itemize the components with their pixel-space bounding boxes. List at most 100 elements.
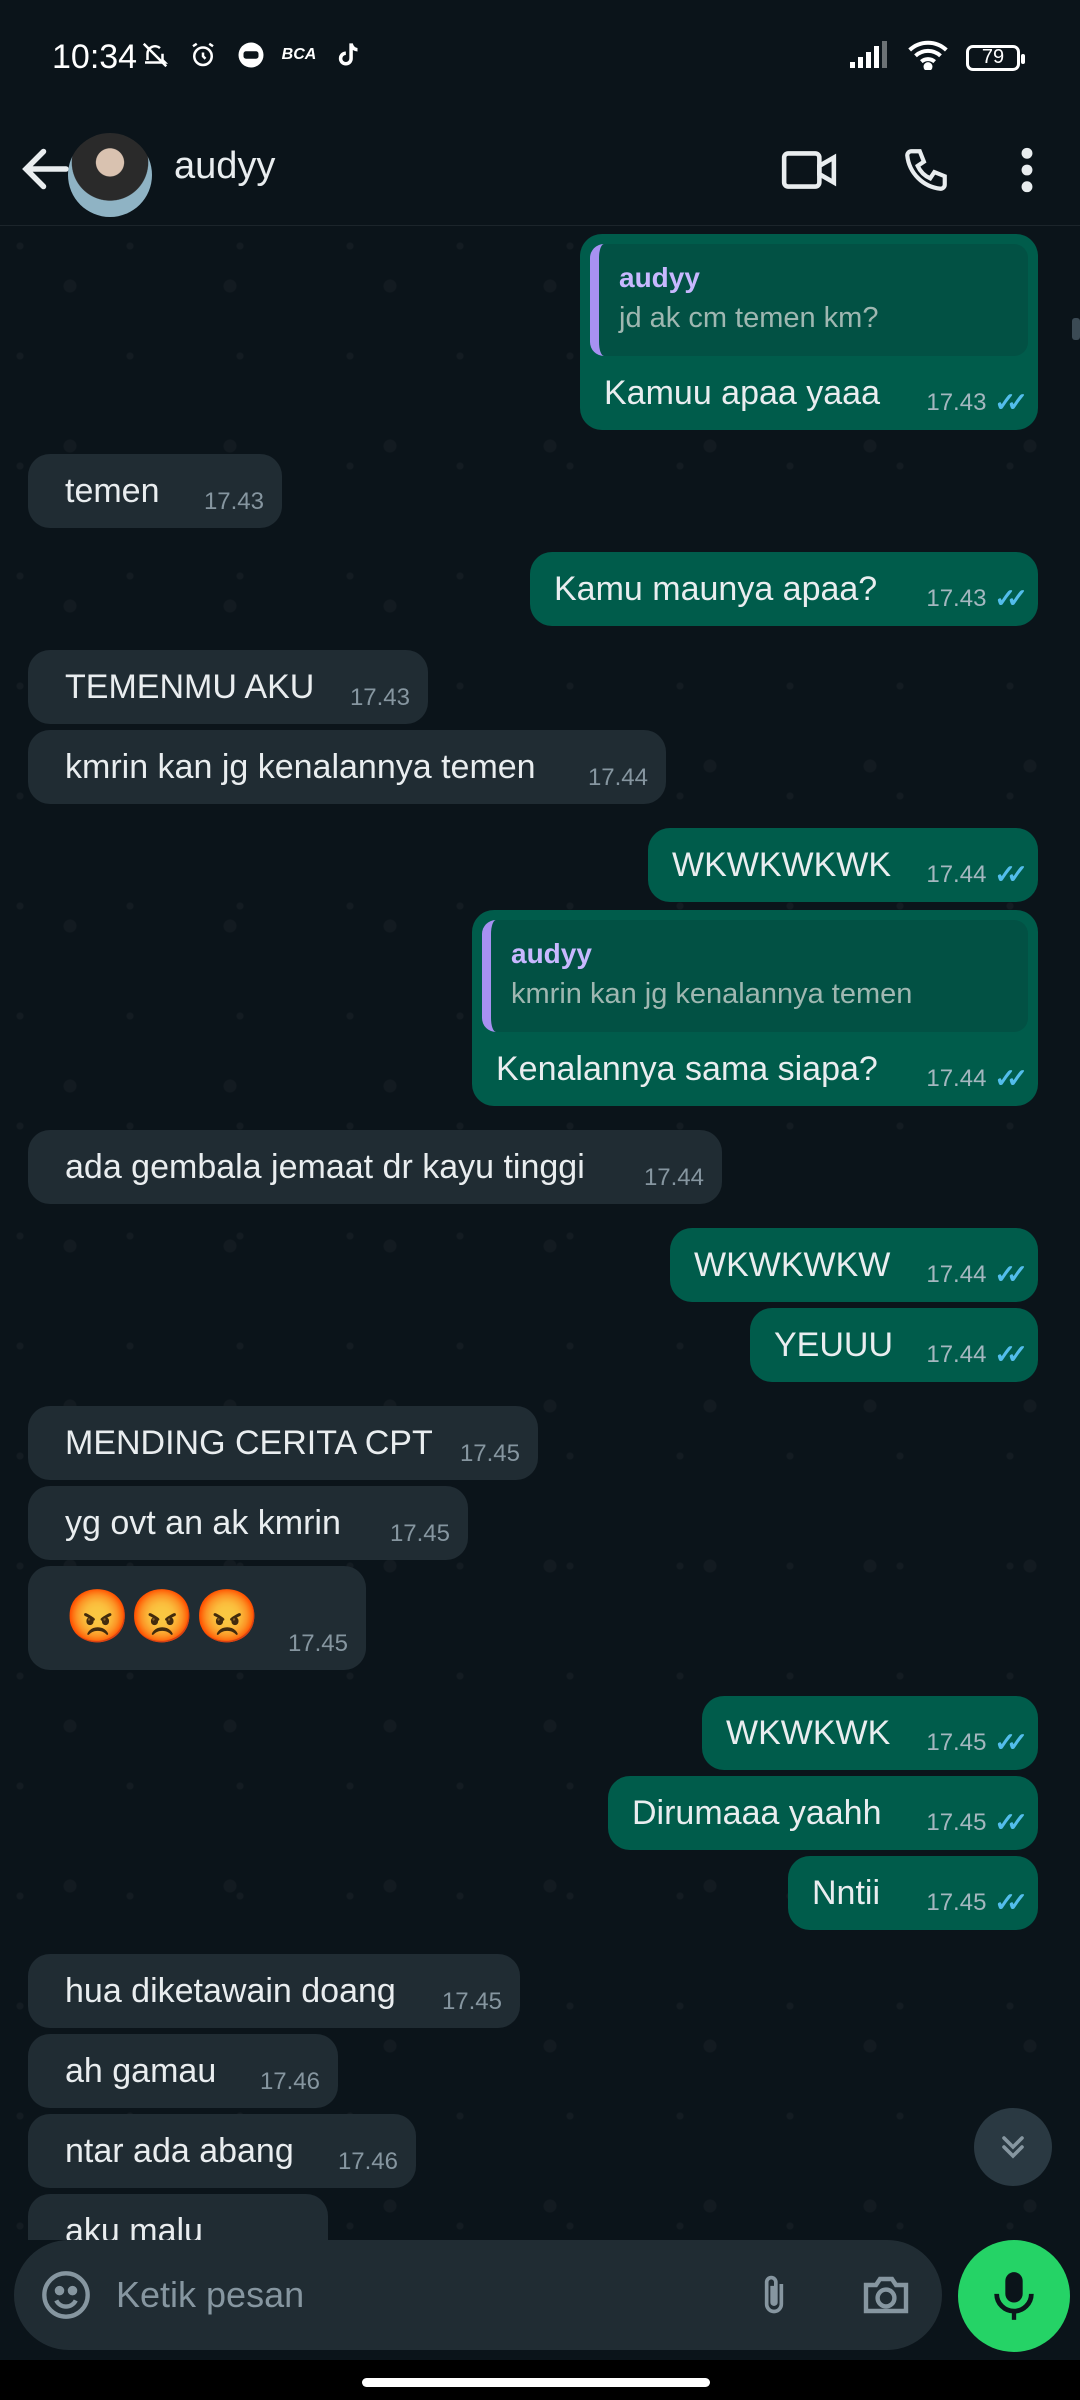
message-meta: 17.43 ✓✓ — [926, 583, 1027, 614]
message-text: aku malu — [65, 2212, 203, 2240]
back-arrow-icon — [22, 148, 69, 190]
read-ticks-icon: ✓✓ — [994, 1063, 1027, 1093]
message-time: 17.43 — [926, 388, 987, 416]
message-text: Kamu maunya apaa? — [554, 570, 878, 608]
message-text: Nntii — [812, 1874, 881, 1912]
message-bubble-incoming[interactable]: hua diketawain doang 17.45 — [28, 1954, 520, 2028]
chat-header: audyy — [0, 115, 1080, 226]
message-text: Kenalannya sama siapa? — [496, 1050, 878, 1088]
message-time: 17.44 — [926, 1340, 987, 1368]
notification-icons: BCA — [138, 38, 364, 72]
back-button[interactable] — [16, 139, 76, 199]
message-bubble-incoming[interactable]: 😡😡😡 17.45 — [28, 1566, 366, 1670]
contact-name[interactable]: audyy — [174, 145, 275, 188]
read-ticks-icon: ✓✓ — [994, 1259, 1027, 1289]
more-options-button[interactable] — [994, 137, 1060, 203]
message-meta: 17.43 ✓✓ — [926, 387, 1027, 418]
system-nav-bar — [0, 2360, 1080, 2400]
message-time: 17.46 — [259, 2068, 320, 2095]
message-time: 17.44 — [643, 1164, 704, 1191]
wifi-icon — [908, 40, 948, 75]
attach-button[interactable] — [742, 2263, 806, 2327]
quoted-text: jd ak cm temen km? — [619, 302, 879, 334]
read-ticks-icon: ✓✓ — [994, 387, 1027, 417]
attach-icon — [764, 2275, 784, 2314]
voice-record-button[interactable] — [958, 2240, 1070, 2352]
message-text: kmrin kan jg kenalannya temen — [65, 748, 536, 786]
message-bubble-outgoing[interactable]: audyy jd ak cm temen km? Kamuu apaa yaaa… — [580, 234, 1038, 430]
read-ticks-icon: ✓✓ — [994, 1887, 1027, 1917]
bell-off-icon — [138, 38, 172, 72]
message-bubble-outgoing[interactable]: WKWKWKWK 17.44 ✓✓ — [648, 828, 1038, 902]
message-time: 17.44 — [587, 764, 648, 791]
message-bubble-incoming[interactable]: temen 17.43 — [28, 454, 282, 528]
quoted-message[interactable]: audyy jd ak cm temen km? — [590, 244, 1028, 356]
quoted-message[interactable]: audyy kmrin kan jg kenalannya temen — [482, 920, 1028, 1032]
emoji-button[interactable] — [34, 2263, 98, 2327]
message-text: WKWKWK — [726, 1714, 891, 1752]
message-time: 17.45 — [926, 1728, 987, 1756]
message-bubble-incoming[interactable]: aku malu — [28, 2194, 328, 2240]
scroll-to-bottom-button[interactable] — [974, 2108, 1052, 2186]
message-bubble-outgoing[interactable]: WKWKWK 17.45 ✓✓ — [702, 1696, 1038, 1770]
message-bubble-incoming[interactable]: kmrin kan jg kenalannya temen 17.44 — [28, 730, 666, 804]
app-notification-icon — [234, 38, 268, 72]
message-meta: 17.44 ✓✓ — [926, 859, 1027, 890]
message-text: temen — [65, 472, 160, 510]
message-time: 17.43 — [926, 584, 987, 612]
message-bubble-outgoing[interactable]: audyy kmrin kan jg kenalannya temen Kena… — [472, 910, 1038, 1106]
mic-icon — [994, 2272, 1034, 2320]
scroll-down-icon — [1002, 2136, 1024, 2159]
message-meta: 17.44 ✓✓ — [926, 1259, 1027, 1290]
message-time: 17.44 — [926, 1064, 987, 1092]
message-composer[interactable]: Ketik pesan — [14, 2240, 942, 2350]
scrollbar[interactable] — [1072, 318, 1080, 340]
message-time: 17.43 — [349, 684, 410, 711]
message-text: Dirumaaa yaahh — [632, 1794, 882, 1832]
message-time: 17.45 — [389, 1520, 450, 1547]
emoji-message: 😡😡😡 — [65, 1588, 260, 1646]
contact-avatar[interactable] — [68, 133, 152, 217]
message-bubble-incoming[interactable]: MENDING CERITA CPT 17.45 — [28, 1406, 538, 1480]
message-time: 17.45 — [926, 1888, 987, 1916]
message-time: 17.45 — [287, 1630, 348, 1657]
home-gesture-bar[interactable] — [362, 2378, 710, 2387]
camera-icon — [863, 2276, 909, 2314]
read-ticks-icon: ✓✓ — [994, 1807, 1027, 1837]
video-call-button[interactable] — [776, 137, 842, 203]
message-bubble-incoming[interactable]: ada gembala jemaat dr kayu tinggi 17.44 — [28, 1130, 722, 1204]
message-bubble-incoming[interactable]: ntar ada abang 17.46 — [28, 2114, 416, 2188]
signal-icon — [848, 40, 890, 75]
message-bubble-incoming[interactable]: yg ovt an ak kmrin 17.45 — [28, 1486, 468, 1560]
message-bubble-outgoing[interactable]: YEUUU 17.44 ✓✓ — [750, 1308, 1038, 1382]
voice-call-button[interactable] — [893, 137, 959, 203]
status-bar: 10:34 BCA 79 — [0, 0, 1080, 115]
message-bubble-incoming[interactable]: ah gamau 17.46 — [28, 2034, 338, 2108]
message-bubble-outgoing[interactable]: Dirumaaa yaahh 17.45 ✓✓ — [608, 1776, 1038, 1850]
message-meta: 17.44 ✓✓ — [926, 1063, 1027, 1094]
quoted-sender: audyy — [511, 938, 592, 969]
message-meta: 17.45 ✓✓ — [926, 1887, 1027, 1918]
quoted-text: kmrin kan jg kenalannya temen — [511, 978, 913, 1010]
quoted-sender: audyy — [619, 262, 700, 293]
message-meta: 17.45 ✓✓ — [926, 1727, 1027, 1758]
message-text: Kamuu apaa yaaa — [604, 374, 880, 412]
message-bubble-outgoing[interactable]: WKWKWKW 17.44 ✓✓ — [670, 1228, 1038, 1302]
tiktok-icon — [330, 38, 364, 72]
message-text: yg ovt an ak kmrin — [65, 1504, 341, 1542]
message-text: ntar ada abang — [65, 2132, 294, 2170]
read-ticks-icon: ✓✓ — [994, 583, 1027, 613]
chat-area[interactable]: audyy jd ak cm temen km? Kamuu apaa yaaa… — [0, 226, 1080, 2240]
message-time: 17.45 — [441, 1988, 502, 2015]
more-vert-icon — [1021, 147, 1033, 193]
message-text: TEMENMU AKU — [65, 668, 315, 706]
message-text: WKWKWKW — [694, 1246, 891, 1284]
message-bubble-incoming[interactable]: TEMENMU AKU 17.43 — [28, 650, 428, 724]
message-bubble-outgoing[interactable]: Nntii 17.45 ✓✓ — [788, 1856, 1038, 1930]
read-ticks-icon: ✓✓ — [994, 859, 1027, 889]
phone-icon — [905, 149, 947, 191]
message-input[interactable]: Ketik pesan — [116, 2274, 304, 2316]
message-bubble-outgoing[interactable]: Kamu maunya apaa? 17.43 ✓✓ — [530, 552, 1038, 626]
camera-button[interactable] — [854, 2263, 918, 2327]
message-meta: 17.44 ✓✓ — [926, 1339, 1027, 1370]
